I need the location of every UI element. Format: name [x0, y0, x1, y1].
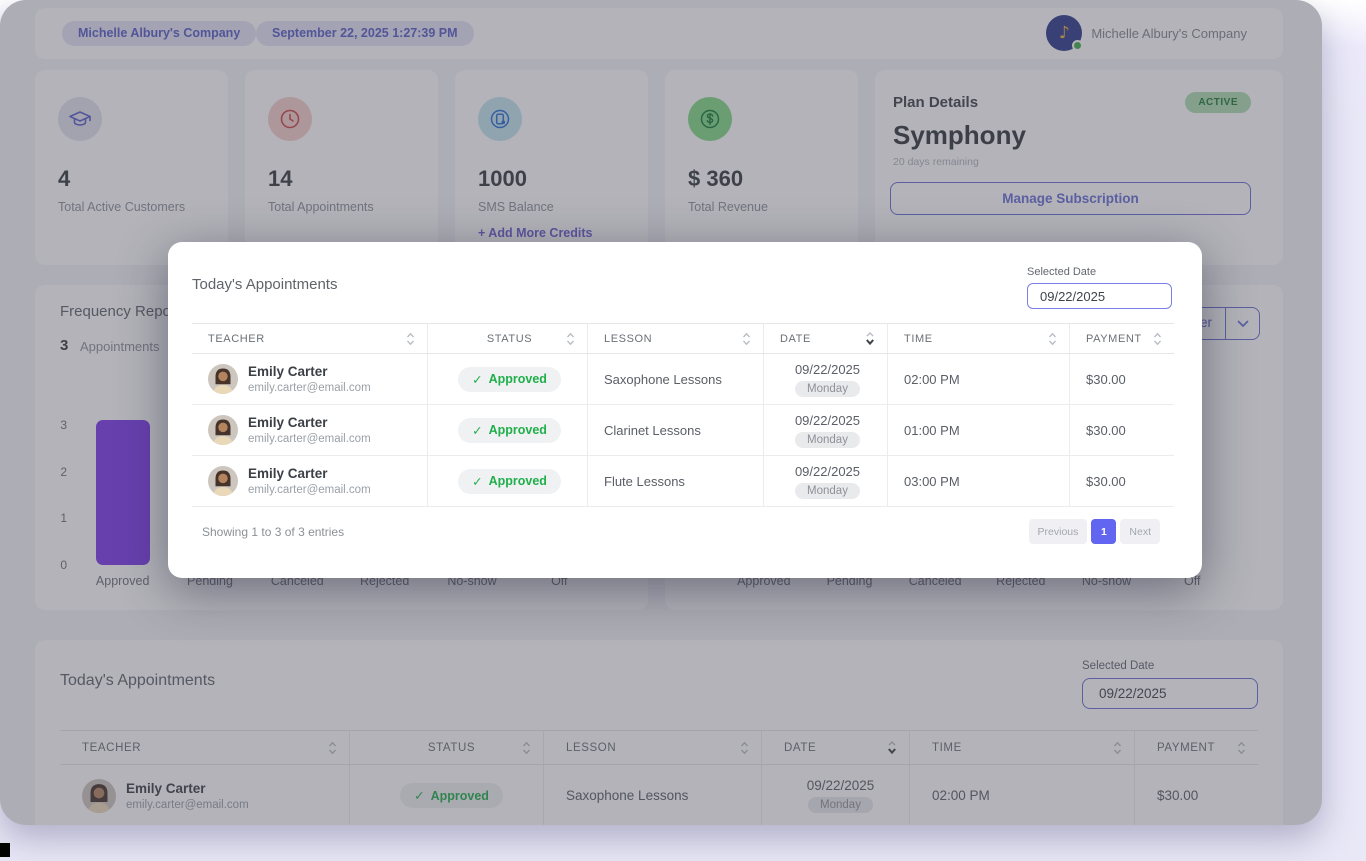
- sort-icon: [1048, 332, 1057, 346]
- teacher-avatar: [208, 364, 238, 394]
- sort-icon: [1153, 332, 1162, 346]
- date-cell: 09/22/2025Monday: [764, 456, 888, 506]
- weekday-pill: Monday: [795, 381, 860, 397]
- column-header-date[interactable]: DATE: [764, 324, 888, 353]
- time-cell: 03:00 PM: [888, 456, 1070, 506]
- table-row: Emily Carteremily.carter@email.com ✓Appr…: [192, 405, 1174, 456]
- todays-appointments-modal: Today's Appointments Selected Date TEACH…: [168, 242, 1202, 578]
- time-cell: 01:00 PM: [888, 405, 1070, 455]
- sort-icon: [566, 332, 575, 346]
- teacher-avatar: [208, 415, 238, 445]
- table-entries-summary: Showing 1 to 3 of 3 entries: [202, 525, 344, 539]
- sort-icon: [742, 332, 751, 346]
- status-badge: ✓Approved: [458, 469, 561, 494]
- table-header-row: TEACHER STATUS LESSON DATE TIME PAYMENT: [192, 323, 1174, 354]
- column-header-time[interactable]: TIME: [888, 324, 1070, 353]
- modal-title: Today's Appointments: [192, 276, 337, 293]
- payment-cell: $30.00: [1070, 354, 1174, 404]
- table-row: Emily Carteremily.carter@email.com ✓Appr…: [192, 456, 1174, 507]
- date-cell: 09/22/2025Monday: [764, 405, 888, 455]
- status-badge: ✓Approved: [458, 418, 561, 443]
- time-cell: 02:00 PM: [888, 354, 1070, 404]
- lesson-cell: Clarinet Lessons: [588, 405, 764, 455]
- teacher-cell: Emily Carteremily.carter@email.com: [192, 456, 428, 506]
- status-badge: ✓Approved: [458, 367, 561, 392]
- lesson-cell: Flute Lessons: [588, 456, 764, 506]
- previous-page-button[interactable]: Previous: [1029, 519, 1088, 544]
- status-cell: ✓Approved: [428, 354, 588, 404]
- next-page-button[interactable]: Next: [1120, 519, 1160, 544]
- column-header-teacher[interactable]: TEACHER: [192, 324, 428, 353]
- selected-date-input[interactable]: [1027, 283, 1172, 309]
- pagination: Previous 1 Next: [1029, 519, 1160, 544]
- current-page-button[interactable]: 1: [1091, 519, 1116, 544]
- status-cell: ✓Approved: [428, 405, 588, 455]
- lesson-cell: Saxophone Lessons: [588, 354, 764, 404]
- date-cell: 09/22/2025Monday: [764, 354, 888, 404]
- teacher-cell: Emily Carteremily.carter@email.com: [192, 405, 428, 455]
- weekday-pill: Monday: [795, 432, 860, 448]
- appointments-table: TEACHER STATUS LESSON DATE TIME PAYMENT …: [192, 323, 1174, 507]
- selected-date-field: Selected Date: [1027, 266, 1172, 309]
- screenshot-artifact: [0, 843, 10, 857]
- column-header-status[interactable]: STATUS: [428, 324, 588, 353]
- sort-icon-active-desc: [865, 331, 875, 346]
- payment-cell: $30.00: [1070, 456, 1174, 506]
- table-row: Emily Carteremily.carter@email.com ✓Appr…: [192, 354, 1174, 405]
- column-header-lesson[interactable]: LESSON: [588, 324, 764, 353]
- weekday-pill: Monday: [795, 483, 860, 499]
- teacher-cell: Emily Carteremily.carter@email.com: [192, 354, 428, 404]
- selected-date-label: Selected Date: [1027, 266, 1172, 278]
- payment-cell: $30.00: [1070, 405, 1174, 455]
- status-cell: ✓Approved: [428, 456, 588, 506]
- teacher-avatar: [208, 466, 238, 496]
- sort-icon: [406, 332, 415, 346]
- column-header-payment[interactable]: PAYMENT: [1070, 324, 1174, 353]
